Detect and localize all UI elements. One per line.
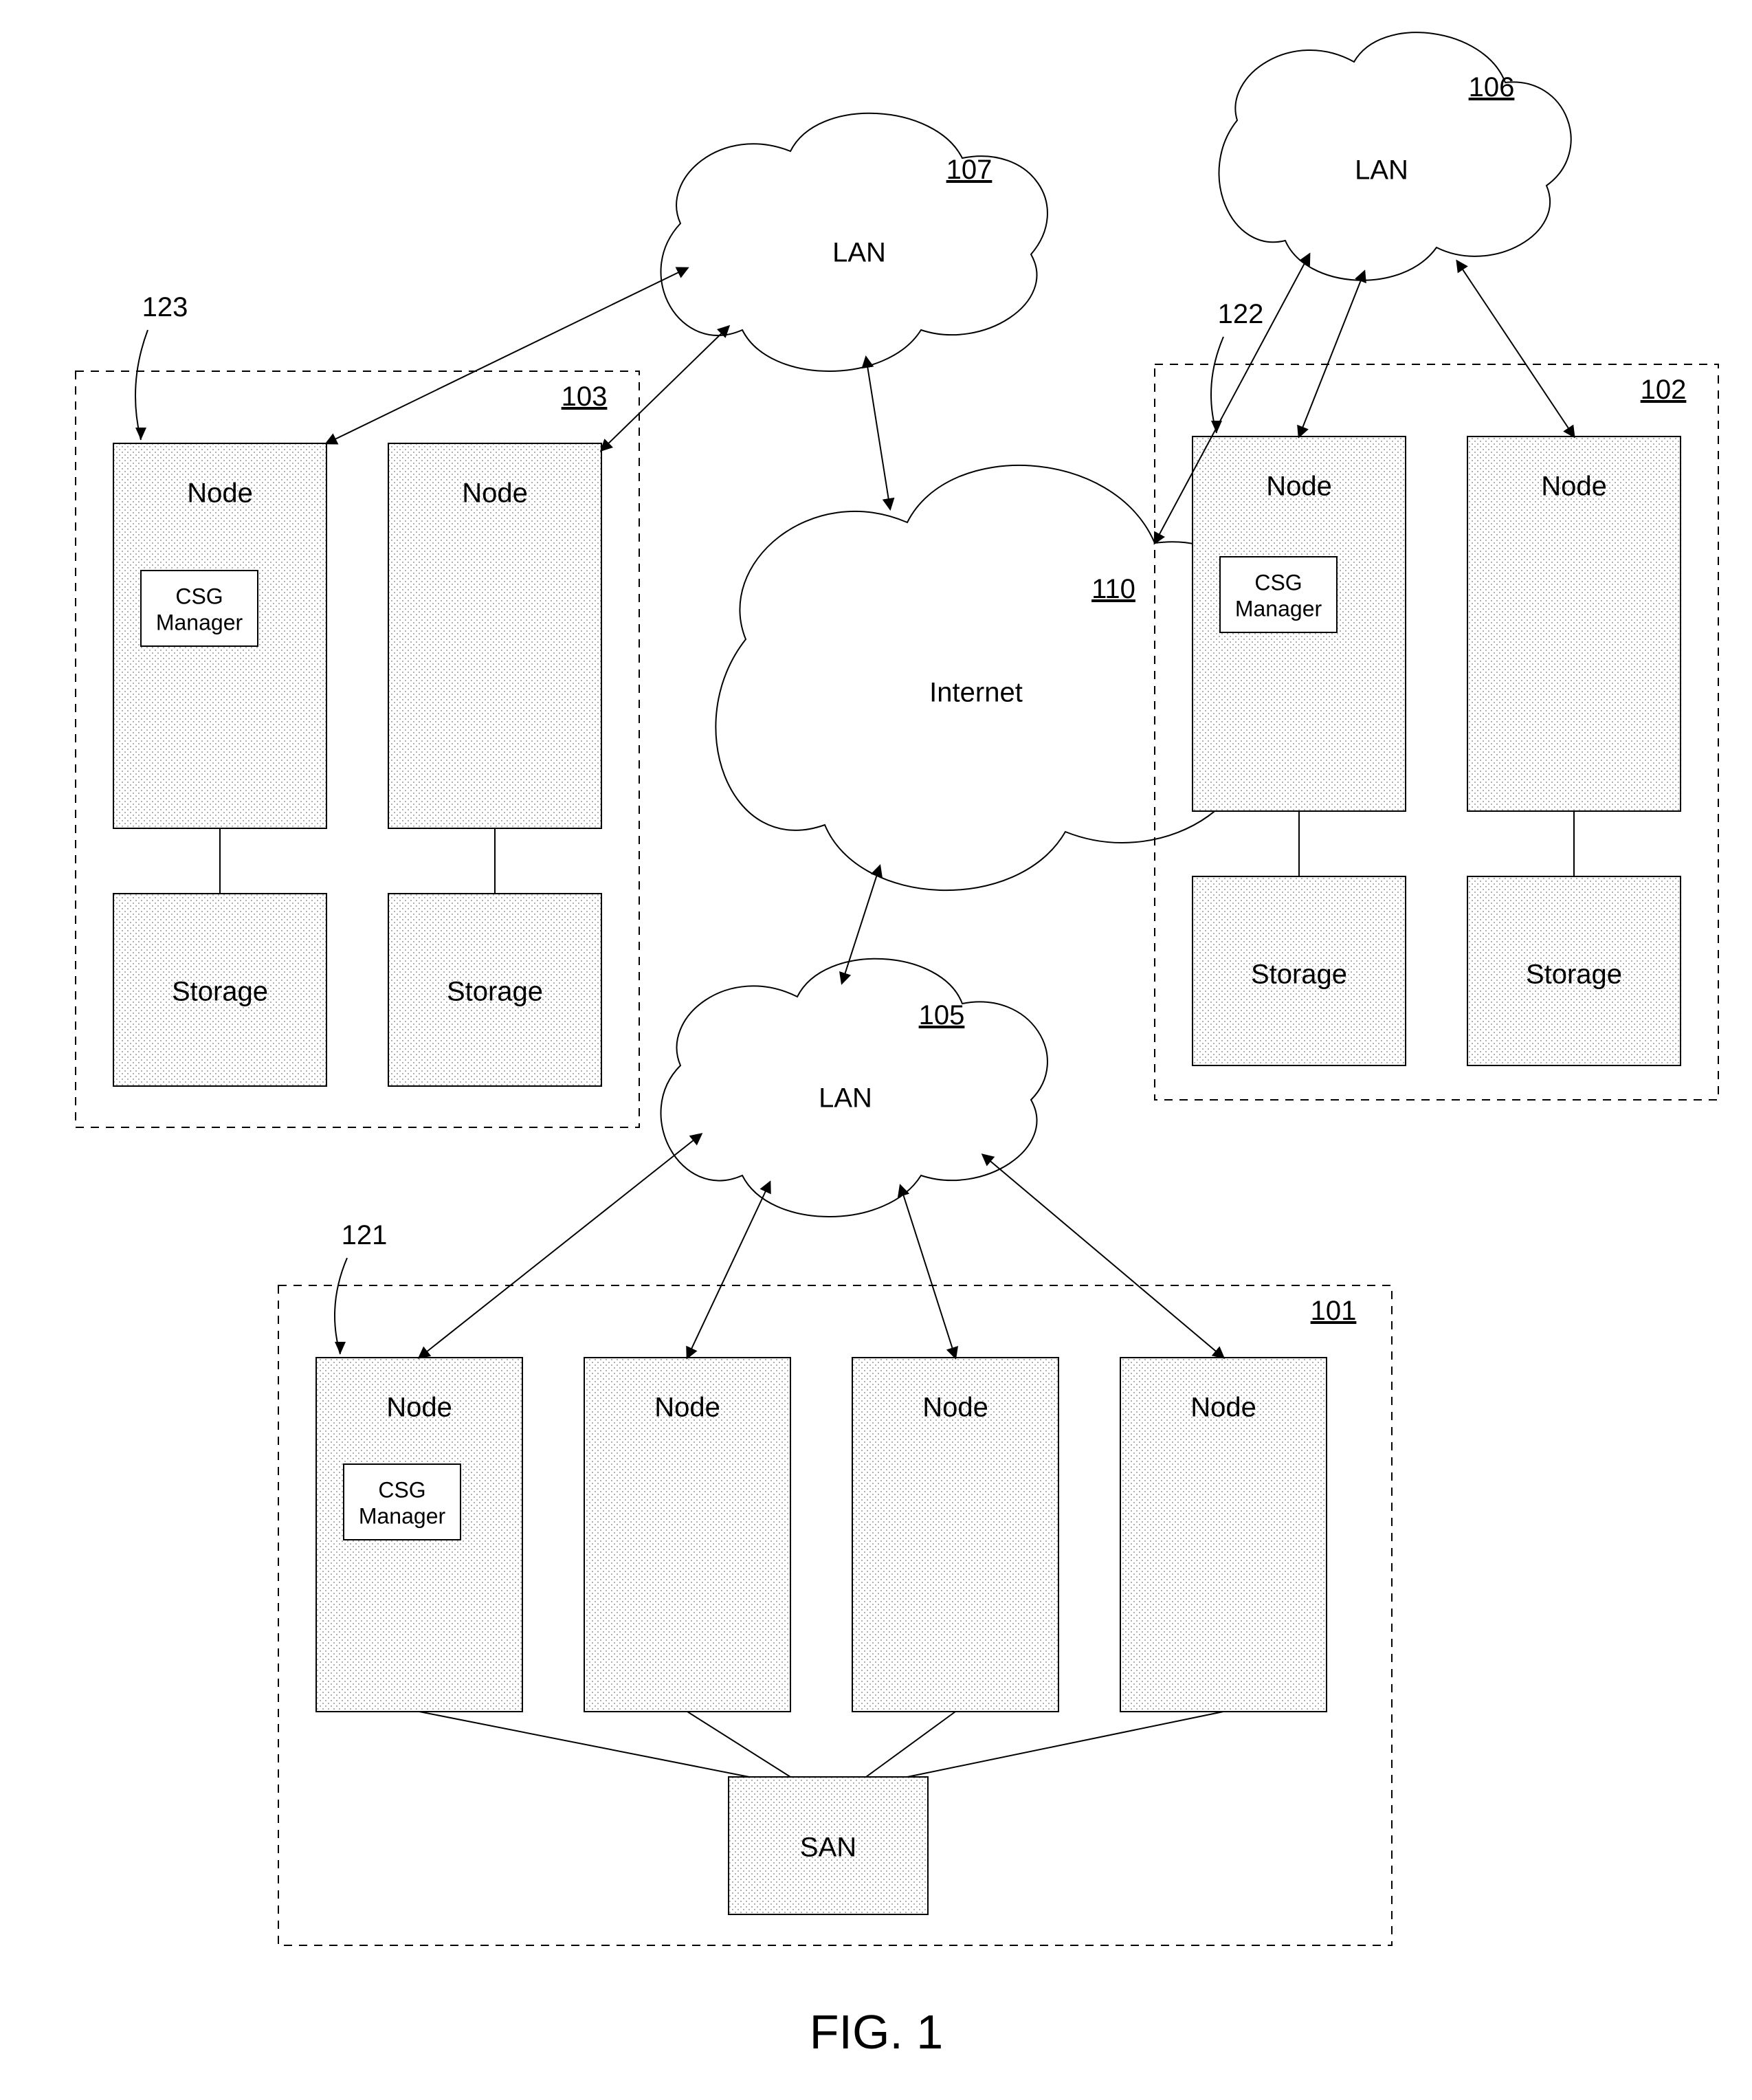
g103-node-2-label: Node <box>462 478 528 509</box>
cloud-lan-106: 106 LAN <box>1219 32 1571 280</box>
lan107-label: LAN <box>832 238 886 268</box>
g101-node-2-label: Node <box>654 1393 720 1423</box>
lan105-ref: 105 <box>919 1000 965 1030</box>
g103-node-1-label: Node <box>187 478 253 509</box>
link-lan106-g102n1 <box>1299 272 1364 436</box>
lan106-ref: 106 <box>1469 72 1515 102</box>
cloud-internet: 110 Internet <box>716 465 1269 890</box>
g103-csg-l1: CSG <box>175 584 223 608</box>
g101-csg-l1: CSG <box>378 1477 425 1502</box>
internet-ref: 110 <box>1091 574 1135 604</box>
g102-node-2-label: Node <box>1541 472 1607 502</box>
g102-ref: 102 <box>1641 375 1687 405</box>
cloud-lan-107: 107 LAN <box>661 113 1047 371</box>
cloud-lan-105: 105 LAN <box>661 959 1047 1217</box>
figure-caption: FIG. 1 <box>810 2005 943 2059</box>
diagram-canvas: 107 LAN 106 LAN 110 Internet 105 LAN 103… <box>0 0 1752 2100</box>
internet-label: Internet <box>929 678 1023 708</box>
g103-callout: 123 <box>142 292 188 322</box>
g102-node-1-label: Node <box>1266 472 1332 502</box>
link-lan106-g102n2 <box>1457 261 1574 436</box>
group-103: 103 123 Node CSG Manager Node Storage St… <box>76 292 639 1127</box>
link-lan105-g101n4 <box>983 1155 1223 1358</box>
link-lan105-g101n2 <box>687 1182 770 1358</box>
g101-san-label: SAN <box>800 1833 856 1863</box>
g101-node-4-label: Node <box>1190 1393 1256 1423</box>
group-101: 101 121 Node CSG Manager Node Node Node … <box>278 1220 1392 1945</box>
g102-callout: 122 <box>1218 299 1264 329</box>
link-lan105-g101n3 <box>900 1186 955 1358</box>
g103-storage-1-label: Storage <box>172 977 268 1007</box>
g102-csg-l2: Manager <box>1235 596 1322 621</box>
g101-callout: 121 <box>342 1220 388 1250</box>
lan106-label: LAN <box>1355 155 1408 186</box>
group-102: 102 122 Node CSG Manager Node Storage St… <box>1155 299 1718 1100</box>
g101-node-3-label: Node <box>922 1393 988 1423</box>
g103-ref: 103 <box>562 382 608 412</box>
g101-csg-l2: Manager <box>359 1503 446 1528</box>
lan107-ref: 107 <box>946 155 993 185</box>
g101-ref: 101 <box>1311 1296 1357 1326</box>
link-lan107-internet <box>866 357 890 509</box>
link-lan105-g101n1 <box>419 1134 701 1358</box>
lan105-label: LAN <box>819 1083 872 1114</box>
link-lan107-g103n1 <box>326 268 687 443</box>
g102-storage-1-label: Storage <box>1251 960 1347 990</box>
g102-csg-l1: CSG <box>1254 570 1302 595</box>
g101-node-1-label: Node <box>386 1393 452 1423</box>
link-lan107-g103n2 <box>601 327 729 450</box>
g102-storage-2-label: Storage <box>1526 960 1622 990</box>
g103-csg-l2: Manager <box>156 610 243 634</box>
g103-storage-2-label: Storage <box>447 977 543 1007</box>
